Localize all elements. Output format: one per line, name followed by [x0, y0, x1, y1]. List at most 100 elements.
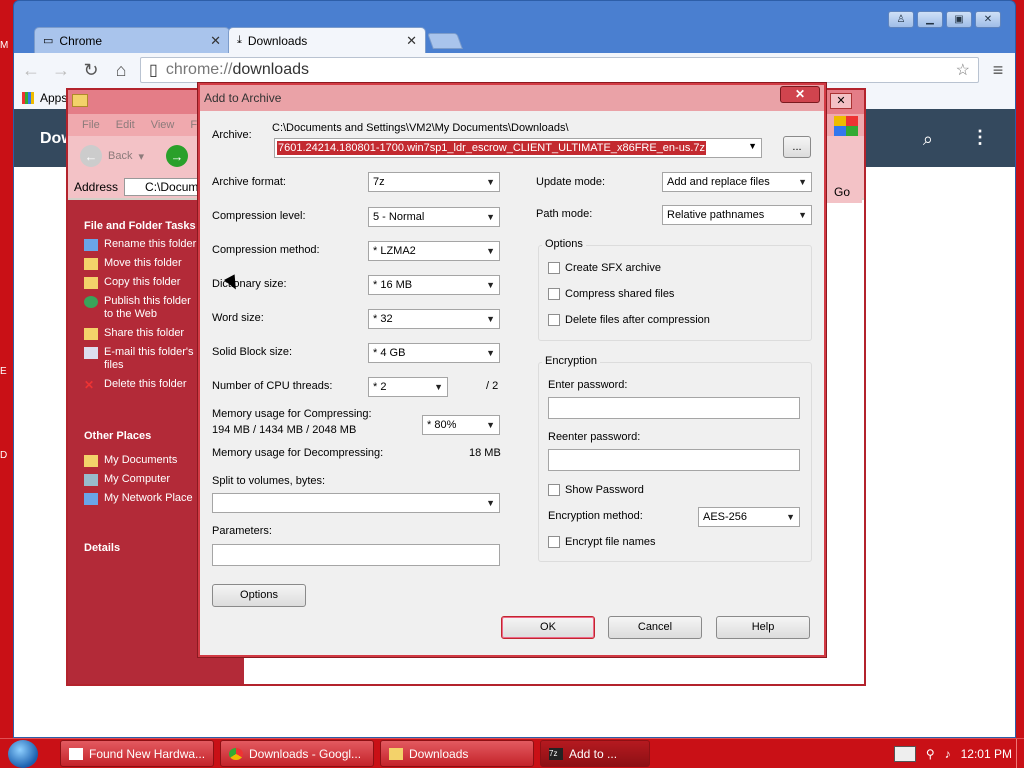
other-places-section: Other Places My Documents My Computer My… [84, 430, 193, 505]
home-icon[interactable]: ⌂ [110, 59, 132, 81]
network-icon [84, 493, 98, 505]
chevron-down-icon: ▼ [434, 382, 443, 392]
taskbar-item-explorer[interactable]: Downloads [380, 740, 534, 767]
format-select[interactable]: 7z ▼ [368, 172, 500, 192]
path-mode-select[interactable]: Relative pathnames ▼ [662, 205, 812, 225]
close-button[interactable]: ✕ [780, 86, 820, 103]
dialog-titlebar[interactable]: Add to Archive ✕ [200, 85, 824, 111]
solid-select[interactable]: * 4 GB ▼ [368, 343, 500, 363]
menu-edit[interactable]: Edit [116, 119, 135, 131]
task-move[interactable]: Move this folder [84, 257, 200, 270]
desktop-icon-label[interactable]: D [0, 450, 12, 461]
split-select[interactable]: ▼ [212, 493, 500, 513]
help-button[interactable]: Help [716, 616, 810, 639]
task-share[interactable]: Share this folder [84, 327, 200, 340]
mem-percent-select[interactable]: * 80% ▼ [422, 415, 500, 435]
menu-icon[interactable]: ≡ [987, 59, 1009, 81]
taskbar-item-hardware[interactable]: Found New Hardwa... [60, 740, 214, 767]
password-input[interactable] [548, 397, 800, 419]
7zip-icon: 7z [549, 747, 563, 760]
place-my-computer[interactable]: My Computer [84, 473, 193, 486]
apps-link[interactable]: Apps [40, 91, 67, 105]
back-arrow-icon[interactable]: ← [20, 59, 42, 81]
word-select[interactable]: * 32 ▼ [368, 309, 500, 329]
delete-after-checkbox[interactable]: Delete files after compression [548, 314, 710, 326]
tab-downloads[interactable]: ⤓ Downloads ✕ [228, 27, 426, 53]
keyboard-icon[interactable] [893, 745, 916, 762]
place-my-documents[interactable]: My Documents [84, 454, 193, 467]
maximize-button[interactable]: ▣ [946, 11, 972, 28]
window-controls: ♙ ▁ ▣ ✕ [888, 11, 1001, 28]
create-sfx-checkbox[interactable]: Create SFX archive [548, 262, 661, 274]
page-icon: ▯ [149, 62, 158, 79]
more-options-icon[interactable]: ⋮ [971, 127, 989, 148]
chevron-down-icon[interactable]: ▼ [748, 141, 757, 151]
system-tray: ⚲ ♪ 12:01 PM [893, 740, 1024, 767]
encrypt-names-checkbox[interactable]: Encrypt file names [548, 536, 655, 548]
close-window-button[interactable]: ✕ [975, 11, 1001, 28]
task-delete[interactable]: ✕ Delete this folder [84, 378, 200, 391]
chevron-down-icon[interactable]: ▾ [138, 150, 144, 163]
reenter-password-input[interactable] [548, 449, 800, 471]
task-copy[interactable]: Copy this folder [84, 276, 200, 289]
taskbar-item-chrome[interactable]: Downloads - Googl... [220, 740, 374, 767]
user-icon[interactable]: ♙ [888, 11, 914, 28]
forward-arrow-icon[interactable]: → [50, 59, 72, 81]
show-password-checkbox[interactable]: Show Password [548, 484, 644, 496]
search-icon[interactable]: ⌕ [923, 129, 933, 150]
star-icon[interactable]: ☆ [956, 60, 970, 80]
menu-file[interactable]: File [82, 119, 100, 131]
go-button[interactable]: Go [826, 181, 862, 203]
task-rename[interactable]: Rename this folder [84, 238, 200, 251]
browse-button[interactable]: ... [783, 136, 811, 158]
menu-favorites[interactable]: F [190, 119, 197, 131]
taskbar-item-label: Downloads - Googl... [249, 746, 362, 761]
details-section[interactable]: Details [84, 542, 120, 554]
tab-chrome[interactable]: ▭ Chrome ✕ [34, 27, 230, 53]
method-select[interactable]: * LZMA2 ▼ [368, 241, 500, 261]
threads-select[interactable]: * 2 ▼ [368, 377, 448, 397]
rename-icon [84, 239, 98, 251]
close-tab-icon[interactable]: ✕ [406, 33, 417, 49]
show-desktop-button[interactable] [1016, 739, 1024, 768]
address-bar[interactable]: ▯ chrome://downloads ☆ [140, 57, 979, 83]
close-tab-icon[interactable]: ✕ [210, 33, 221, 49]
desktop-icon-label[interactable]: E [0, 366, 12, 377]
new-tab-button[interactable] [427, 33, 463, 49]
cancel-button[interactable]: Cancel [608, 616, 702, 639]
task-publish[interactable]: Publish this folder to the Web [84, 295, 200, 321]
taskbar-item-7zip[interactable]: 7z Add to ... [540, 740, 650, 767]
network-icon[interactable]: ⚲ [926, 747, 935, 761]
task-email[interactable]: E-mail this folder's files [84, 346, 200, 372]
update-mode-select[interactable]: Add and replace files ▼ [662, 172, 812, 192]
checkbox-label: Encrypt file names [565, 536, 656, 548]
place-my-network[interactable]: My Network Place [84, 492, 193, 505]
back-label[interactable]: Back [108, 150, 132, 162]
params-input[interactable] [212, 544, 500, 566]
forward-icon[interactable]: → [166, 145, 188, 167]
encryption-method-select[interactable]: AES-256 ▼ [698, 507, 800, 527]
page-icon: ▭ [43, 35, 54, 47]
menu-view[interactable]: View [151, 119, 175, 131]
archive-name-combo[interactable]: 7601.24214.180801-1700.win7sp1_ldr_escro… [274, 138, 762, 158]
ok-button[interactable]: OK [501, 616, 595, 639]
delete-icon: ✕ [84, 378, 95, 392]
chevron-down-icon: ▼ [486, 177, 495, 187]
back-icon[interactable]: ← [80, 145, 102, 167]
checkbox-box [548, 536, 560, 548]
address-label: Address [74, 180, 119, 194]
options-button[interactable]: Options [212, 584, 306, 607]
desktop-icon-label[interactable]: M [0, 40, 12, 51]
dictionary-select[interactable]: * 16 MB ▼ [368, 275, 500, 295]
checkbox-label: Compress shared files [565, 288, 675, 300]
compress-shared-checkbox[interactable]: Compress shared files [548, 288, 674, 300]
archive-name: 7601.24214.180801-1700.win7sp1_ldr_escro… [277, 141, 707, 155]
close-button[interactable]: ✕ [830, 93, 852, 109]
reload-icon[interactable]: ↻ [80, 59, 102, 81]
level-select[interactable]: 5 - Normal ▼ [368, 207, 500, 227]
clock[interactable]: 12:01 PM [961, 747, 1012, 761]
volume-icon[interactable]: ♪ [945, 747, 951, 761]
minimize-button[interactable]: ▁ [917, 11, 943, 28]
task-label: Rename this folder [104, 238, 197, 250]
start-button[interactable] [8, 740, 38, 768]
